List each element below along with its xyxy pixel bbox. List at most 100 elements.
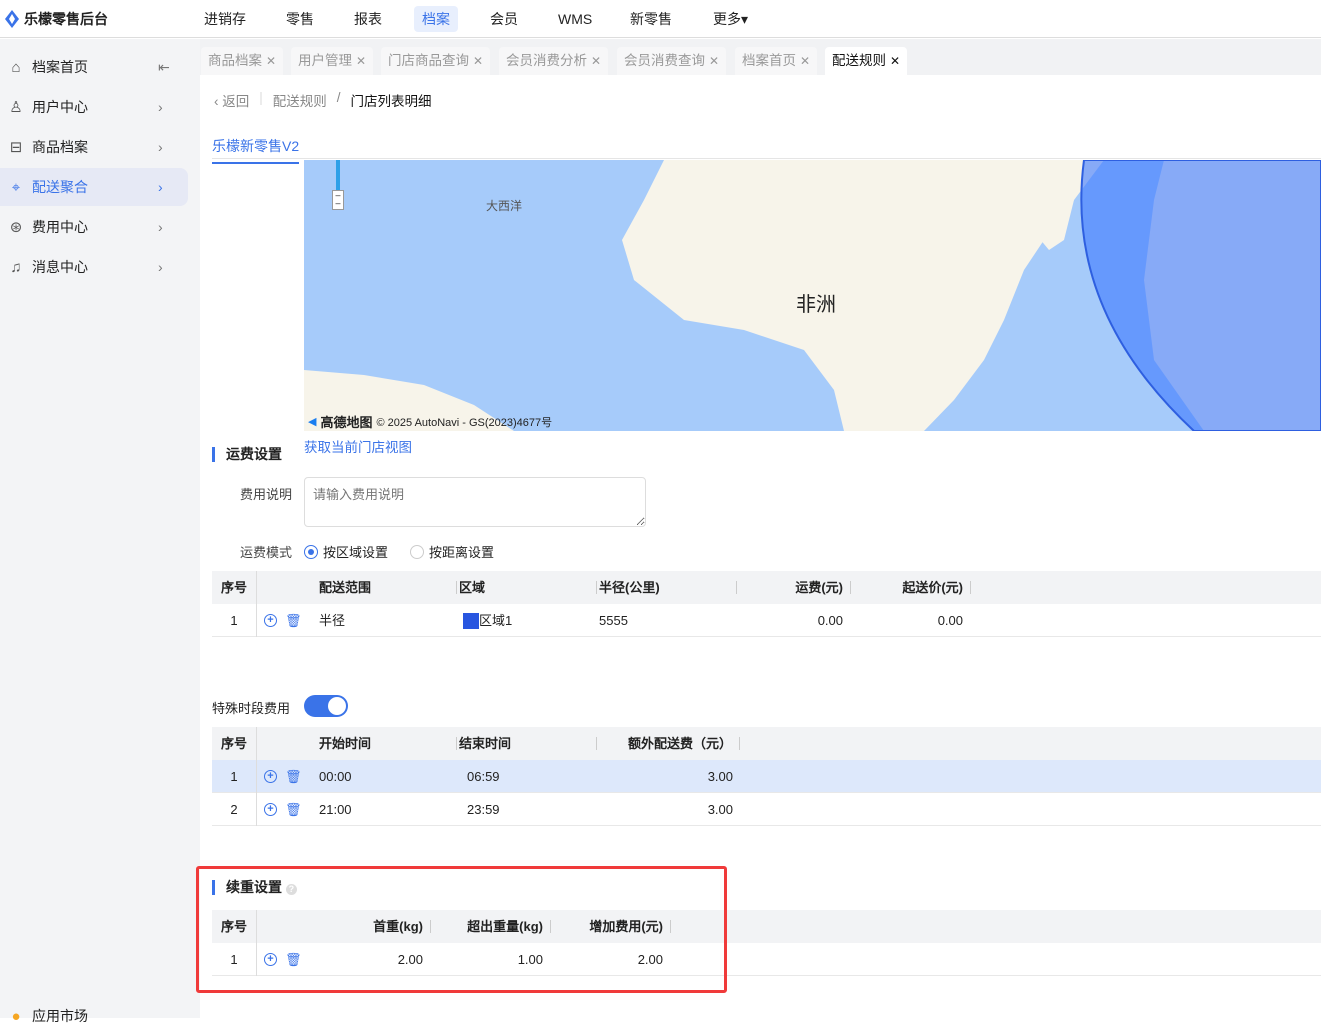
close-icon[interactable]: ✕ <box>591 54 601 68</box>
sidebar-item-label: 商品档案 <box>32 139 88 155</box>
nav-archive[interactable]: 档案 <box>414 6 458 32</box>
cell-radius: 5555 <box>599 613 628 628</box>
cell-add-fee: 2.00 <box>637 952 663 967</box>
map-canvas[interactable]: 大西洋 非洲 <box>304 160 1321 431</box>
nav-more[interactable]: 更多▾ <box>705 6 756 32</box>
get-store-view-link[interactable]: 获取当前门店视图 <box>304 436 412 456</box>
map-tab[interactable]: 乐檬新零售V2 <box>212 136 300 164</box>
sidebar-item-label: 用户中心 <box>32 99 88 115</box>
sidebar: ⌂ 档案首页 ⇤ ♙ 用户中心 › ⊟ 商品档案 › ⌖ 配送聚合 › ⊛ 费用中心 › ♫ 消息中心… <box>0 39 200 1025</box>
close-icon[interactable]: ✕ <box>800 54 810 68</box>
trash-icon[interactable]: 🗑 <box>285 604 302 637</box>
help-icon[interactable]: ? <box>285 884 297 895</box>
sidebar-item-goods[interactable]: ⊟ 商品档案 › <box>0 128 188 166</box>
user-icon: ♙ <box>9 99 23 116</box>
tab-user-mgmt[interactable]: 用户管理 ✕ <box>291 47 374 75</box>
cell-area: 区域1 <box>463 604 512 637</box>
sidebar-item-app-market[interactable]: ● 应用市场 <box>0 997 188 1035</box>
back-button[interactable]: ‹ 返回 <box>214 90 249 110</box>
nav-report[interactable]: 报表 <box>346 6 390 32</box>
table-row: 1 + 🗑 2.00 1.00 2.00 <box>212 943 1321 976</box>
sidebar-item-label: 应用市场 <box>32 1008 88 1024</box>
tab-label: 档案首页 <box>742 53 796 68</box>
cell-end[interactable]: 06:59 <box>467 760 500 793</box>
col-first-weight: 首重(kg) <box>323 910 431 943</box>
attribution-text: © 2025 AutoNavi - GS(2023)4677号 <box>376 416 553 429</box>
sidebar-item-delivery[interactable]: ⌖ 配送聚合 › <box>0 168 188 206</box>
section-title-weight: 续重设置 ? <box>212 880 297 895</box>
sidebar-item-home[interactable]: ⌂ 档案首页 ⇤ <box>0 48 188 86</box>
col-end: 结束时间 <box>459 727 597 760</box>
tab-delivery-rule[interactable]: 配送规则 ✕ <box>825 47 908 75</box>
special-fee-toggle[interactable] <box>304 695 348 717</box>
tab-store-goods[interactable]: 门店商品查询 ✕ <box>381 47 491 75</box>
nav-jxc[interactable]: 进销存 <box>196 6 254 32</box>
chevron-right-icon: › <box>158 179 163 195</box>
col-index: 序号 <box>212 910 257 943</box>
collapse-icon[interactable]: ⇤ <box>158 59 188 76</box>
add-row-icon[interactable]: + <box>264 953 277 966</box>
app-logo[interactable]: 乐檬零售后台 <box>4 9 108 29</box>
fee-desc-input[interactable] <box>304 477 646 527</box>
sidebar-item-message[interactable]: ♫ 消息中心 › <box>0 248 188 286</box>
area-name: 区域1 <box>479 613 513 628</box>
close-icon[interactable]: ✕ <box>266 54 276 68</box>
table-header: 序号 开始时间 结束时间 额外配送费（元） <box>212 727 1321 760</box>
trash-icon[interactable]: 🗑 <box>285 760 302 793</box>
tab-label: 会员消费查询 <box>624 53 705 68</box>
cell-extra: 3.00 <box>707 769 733 784</box>
chevron-right-icon: › <box>158 139 163 155</box>
tab-archive-home[interactable]: 档案首页 ✕ <box>735 47 818 75</box>
divider <box>212 158 1321 159</box>
col-radius: 半径(公里) <box>599 571 737 604</box>
breadcrumb-current: 门店列表明细 <box>350 94 432 109</box>
close-icon[interactable]: ✕ <box>356 54 366 68</box>
cell-end[interactable]: 23:59 <box>467 793 500 826</box>
radio-by-area[interactable]: 按区域设置 <box>304 542 388 561</box>
table-header: 序号 配送范围 区域 半径(公里) 运费(元) 起送价(元) <box>212 571 1321 604</box>
sidebar-item-fee[interactable]: ⊛ 费用中心 › <box>0 208 188 246</box>
logo-icon <box>5 10 19 28</box>
fee-mode-label: 运费模式 <box>240 545 293 560</box>
tab-member-analysis[interactable]: 会员消费分析 ✕ <box>499 47 609 75</box>
col-start: 开始时间 <box>319 727 457 760</box>
cell-start[interactable]: 00:00 <box>319 760 352 793</box>
close-icon[interactable]: ✕ <box>473 54 483 68</box>
sidebar-item-label: 费用中心 <box>32 219 88 235</box>
radio-by-distance[interactable]: 按距离设置 <box>410 542 494 561</box>
top-bar: 乐檬零售后台 进销存 零售 报表 档案 会员 WMS 新零售 更多▾ <box>0 0 1321 38</box>
yen-icon: ⊛ <box>9 219 23 236</box>
nav-member[interactable]: 会员 <box>482 6 526 32</box>
close-icon[interactable]: ✕ <box>890 54 900 68</box>
cell-start[interactable]: 21:00 <box>319 793 352 826</box>
radio-label: 按距离设置 <box>429 545 495 560</box>
tab-label: 配送规则 <box>832 53 886 68</box>
col-fee: 运费(元) <box>732 571 851 604</box>
sidebar-item-user[interactable]: ♙ 用户中心 › <box>0 88 188 126</box>
tab-goods[interactable]: 商品档案 ✕ <box>201 47 284 75</box>
add-row-icon[interactable]: + <box>264 614 277 627</box>
area-color-swatch[interactable] <box>463 612 479 629</box>
trash-icon[interactable]: 🗑 <box>285 943 302 976</box>
add-row-icon[interactable]: + <box>264 770 277 783</box>
back-label: 返回 <box>222 94 250 109</box>
home-icon: ⌂ <box>11 58 21 76</box>
ocean-label: 大西洋 <box>486 198 522 213</box>
tab-label: 门店商品查询 <box>388 53 469 68</box>
nav-new-retail[interactable]: 新零售 <box>622 6 680 32</box>
tab-member-query[interactable]: 会员消费查询 ✕ <box>617 47 727 75</box>
add-row-icon[interactable]: + <box>264 803 277 816</box>
breadcrumb-parent[interactable]: 配送规则 <box>273 90 327 110</box>
row-actions: + 🗑 <box>264 604 302 637</box>
nav-retail[interactable]: 零售 <box>278 6 322 32</box>
section-title-fee: 运费设置 <box>212 447 282 462</box>
map-icon: ⌖ <box>11 178 21 196</box>
close-icon[interactable]: ✕ <box>709 54 719 68</box>
nav-wms[interactable]: WMS <box>550 6 600 32</box>
trash-icon[interactable]: 🗑 <box>285 793 302 826</box>
map[interactable]: 大西洋 非洲 – – ◀ 高德地图 © 2025 AutoNavi - GS(2023… <box>304 160 1321 431</box>
cell-over-weight: 1.00 <box>517 952 543 967</box>
zoom-slider[interactable]: – – <box>332 160 344 212</box>
col-index: 序号 <box>212 571 257 604</box>
col-over-weight: 超出重量(kg) <box>443 910 551 943</box>
